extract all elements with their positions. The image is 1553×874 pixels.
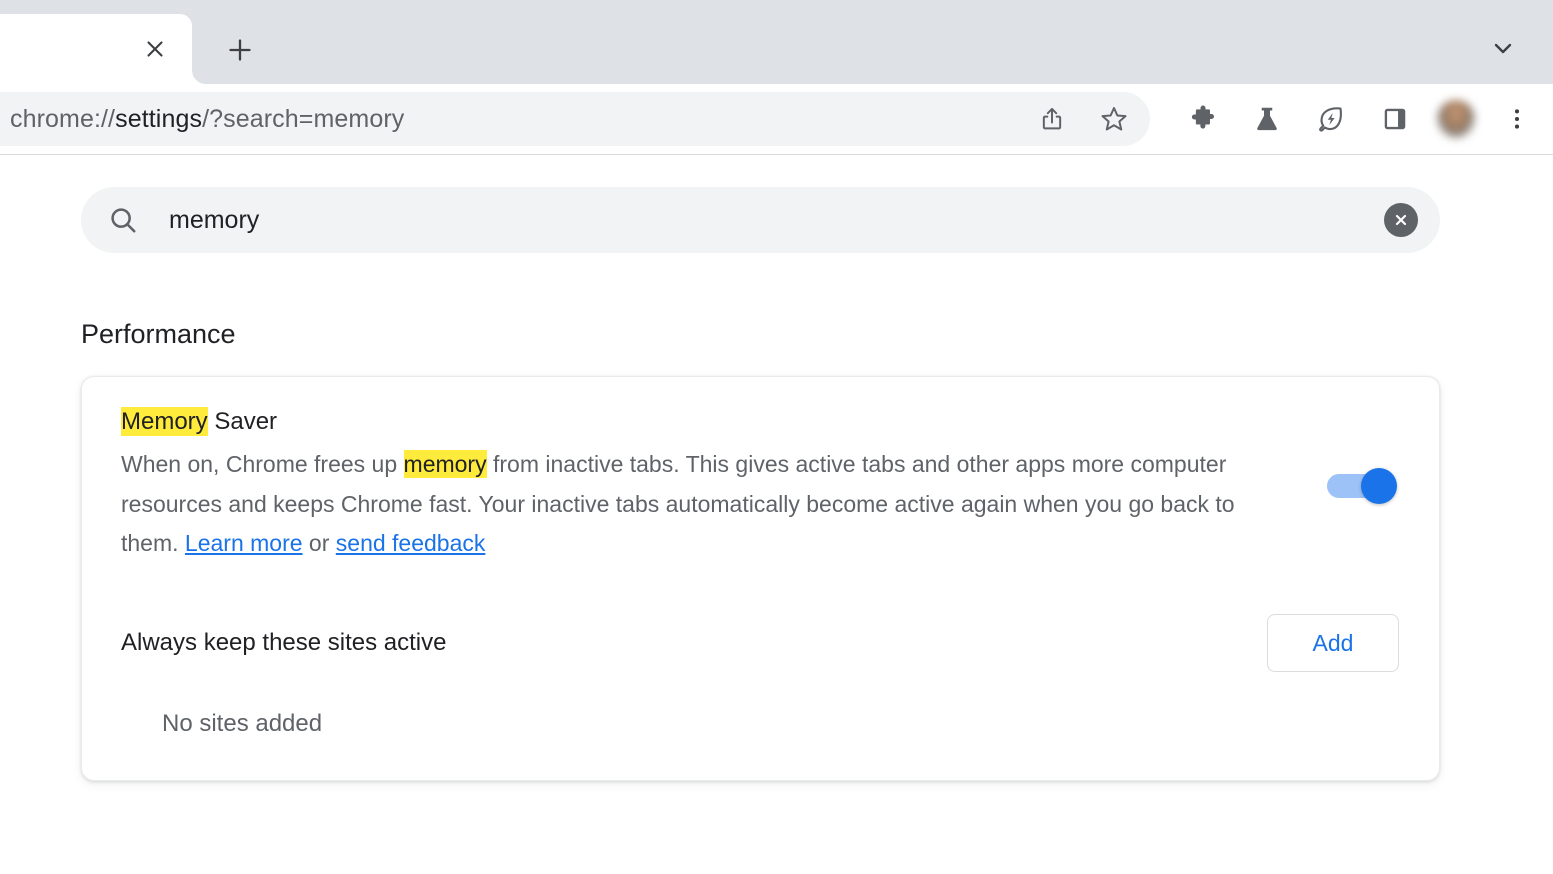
learn-more-link[interactable]: Learn more [185,530,303,556]
toolbar-right-icons [1181,97,1539,141]
chevron-down-icon [1491,36,1515,60]
tab-strip [0,0,1553,84]
url-suffix: /?search=memory [202,105,404,133]
title-highlight: Memory [121,407,208,436]
settings-page: memory Performance Memory Saver When on,… [0,155,1553,873]
sites-empty-state-row: No sites added [82,692,1439,780]
page-title: Performance [81,319,1553,350]
three-dot-menu-icon[interactable] [1495,97,1539,141]
side-panel-icon[interactable] [1373,97,1417,141]
url-prefix: chrome:// [10,105,115,133]
experiments-flask-icon[interactable] [1245,97,1289,141]
browser-tab-active[interactable] [0,14,192,84]
always-keep-active-row: Always keep these sites active Add [82,594,1439,692]
tab-search-button[interactable] [1481,26,1525,70]
add-site-button[interactable]: Add [1267,614,1399,672]
toggle-knob [1361,468,1397,504]
close-icon[interactable] [140,34,170,64]
performance-leaf-icon[interactable] [1309,97,1353,141]
title-rest: Saver [208,408,277,435]
browser-window: chrome://settings/?search=memory [0,0,1553,874]
desc-highlight: memory [404,450,487,478]
new-tab-button[interactable] [214,24,266,76]
settings-search-row: memory [0,155,1553,253]
search-input[interactable]: memory [81,187,1440,253]
profile-avatar[interactable] [1437,100,1475,138]
sites-empty-state-text: No sites added [162,710,322,737]
memory-saver-card: Memory Saver When on, Chrome frees up me… [81,376,1440,781]
bookmark-star-icon[interactable] [1092,97,1136,141]
url-host: settings [115,105,202,133]
plus-icon [227,37,253,63]
desc-or: or [303,530,336,556]
search-icon [107,204,139,236]
send-feedback-link[interactable]: send feedback [336,530,486,556]
browser-toolbar: chrome://settings/?search=memory [0,84,1553,155]
memory-saver-row: Memory Saver When on, Chrome frees up me… [82,377,1439,594]
memory-saver-title: Memory Saver [121,407,1287,438]
clear-close-icon[interactable] [1384,203,1418,237]
extensions-puzzle-icon[interactable] [1181,97,1225,141]
always-keep-active-label: Always keep these sites active [121,629,1267,657]
omnibox[interactable]: chrome://settings/?search=memory [0,92,1150,146]
omnibox-actions [1030,97,1136,141]
url-text: chrome://settings/?search=memory [10,105,404,134]
memory-saver-description: When on, Chrome frees up memory from ina… [121,445,1287,564]
memory-saver-text: Memory Saver When on, Chrome frees up me… [121,407,1327,564]
search-input-value[interactable]: memory [169,206,1384,235]
desc-part-1: When on, Chrome frees up [121,451,404,477]
share-icon[interactable] [1030,97,1074,141]
memory-saver-toggle[interactable] [1327,472,1397,500]
